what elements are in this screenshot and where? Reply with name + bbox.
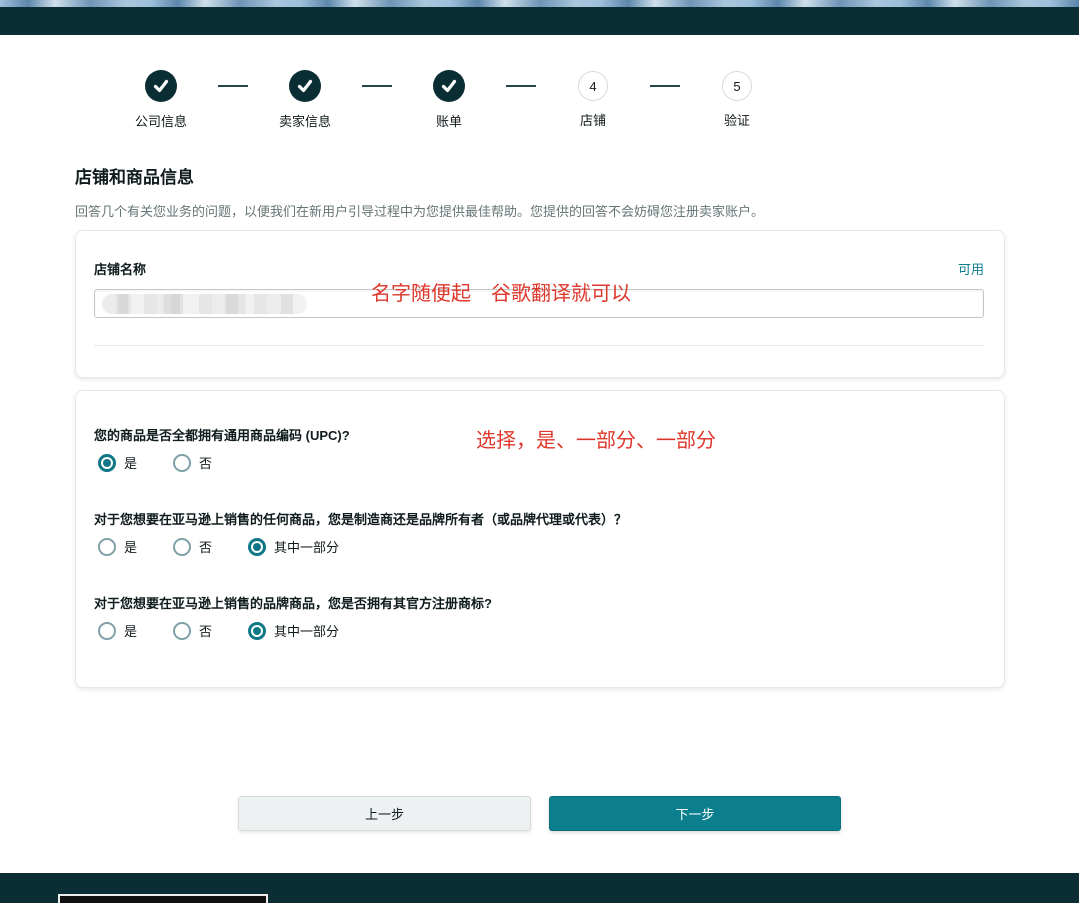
radio-option-yes[interactable]: 是	[98, 621, 137, 640]
question-text: 对于您想要在亚马逊上销售的品牌商品，您是否拥有其官方注册商标?	[94, 593, 982, 612]
radio-group-upc: 是 否	[94, 453, 982, 472]
step-connector-line	[362, 85, 392, 87]
radio-label: 其中一部分	[274, 621, 339, 640]
radio-option-no[interactable]: 否	[173, 621, 212, 640]
question-text: 对于您想要在亚马逊上销售的任何商品，您是制造商还是品牌所有者（或品牌代理或代表）…	[94, 509, 982, 528]
registration-stepper: 公司信息 卖家信息 账单 4 店铺 5 验证	[118, 70, 780, 130]
availability-status: 可用	[958, 259, 984, 278]
previous-step-button[interactable]: 上一步	[238, 796, 531, 831]
radio-label: 否	[199, 453, 212, 472]
radio-icon	[98, 622, 116, 640]
step-complete-check-icon	[289, 70, 321, 102]
bottom-bar	[0, 873, 1079, 903]
radio-icon	[173, 454, 191, 472]
step-label: 验证	[724, 110, 750, 129]
radio-group-trademark: 是 否 其中一部分	[94, 621, 982, 640]
redacted-store-name-value	[102, 294, 307, 314]
step-number-circle: 5	[722, 71, 752, 101]
step-number: 5	[733, 79, 740, 94]
radio-option-yes[interactable]: 是	[98, 537, 137, 556]
step-label: 账单	[436, 111, 462, 130]
page-subtitle: 回答几个有关您业务的问题，以便我们在新用户引导过程中为您提供最佳帮助。您提供的回…	[75, 201, 1005, 220]
questions-annotation: 选择，是、一部分、一部分	[476, 424, 716, 453]
store-name-card: 店铺名称 可用 名字随便起 谷歌翻译就可以	[75, 230, 1005, 378]
step-connector-line	[650, 85, 680, 87]
radio-icon	[173, 538, 191, 556]
step-store: 4 店铺	[550, 70, 636, 129]
step-label: 卖家信息	[279, 111, 331, 130]
radio-label: 是	[124, 621, 137, 640]
browser-edge-blur	[0, 0, 1079, 7]
step-complete-check-icon	[433, 70, 465, 102]
step-company-info: 公司信息	[118, 70, 204, 130]
radio-label: 是	[124, 537, 137, 556]
step-verification: 5 验证	[694, 70, 780, 129]
radio-icon	[98, 454, 116, 472]
next-step-button[interactable]: 下一步	[549, 796, 841, 831]
store-name-header-row: 店铺名称 可用	[94, 259, 984, 278]
radio-label: 其中一部分	[274, 537, 339, 556]
radio-label: 是	[124, 453, 137, 472]
top-navigation-bar	[0, 7, 1079, 35]
question-trademark: 对于您想要在亚马逊上销售的品牌商品，您是否拥有其官方注册商标? 是 否 其中一部…	[94, 593, 982, 640]
step-connector-line	[506, 85, 536, 87]
step-billing: 账单	[406, 70, 492, 130]
step-seller-info: 卖家信息	[262, 70, 348, 130]
radio-icon	[173, 622, 191, 640]
radio-option-some[interactable]: 其中一部分	[248, 621, 339, 640]
radio-label: 否	[199, 537, 212, 556]
radio-option-no[interactable]: 否	[173, 537, 212, 556]
radio-option-some[interactable]: 其中一部分	[248, 537, 339, 556]
radio-option-no[interactable]: 否	[173, 453, 212, 472]
radio-group-manufacturer: 是 否 其中一部分	[94, 537, 982, 556]
step-complete-check-icon	[145, 70, 177, 102]
step-number-circle: 4	[578, 71, 608, 101]
radio-icon	[248, 538, 266, 556]
page-title: 店铺和商品信息	[75, 163, 194, 188]
radio-icon	[98, 538, 116, 556]
product-questions-card: 选择，是、一部分、一部分 您的商品是否全都拥有通用商品编码 (UPC)? 是 否…	[75, 390, 1005, 688]
step-label: 店铺	[580, 110, 606, 129]
question-manufacturer: 对于您想要在亚马逊上销售的任何商品，您是制造商还是品牌所有者（或品牌代理或代表）…	[94, 509, 982, 556]
seller-registration-page: 公司信息 卖家信息 账单 4 店铺 5 验证	[0, 0, 1079, 903]
card-divider	[94, 345, 984, 346]
step-number: 4	[589, 79, 596, 94]
radio-icon	[248, 622, 266, 640]
store-name-label: 店铺名称	[94, 259, 146, 278]
store-name-annotation: 名字随便起 谷歌翻译就可以	[371, 277, 631, 306]
radio-label: 否	[199, 621, 212, 640]
step-label: 公司信息	[135, 111, 187, 130]
step-connector-line	[218, 85, 248, 87]
radio-option-yes[interactable]: 是	[98, 453, 137, 472]
taskbar-peek-box	[58, 894, 268, 903]
